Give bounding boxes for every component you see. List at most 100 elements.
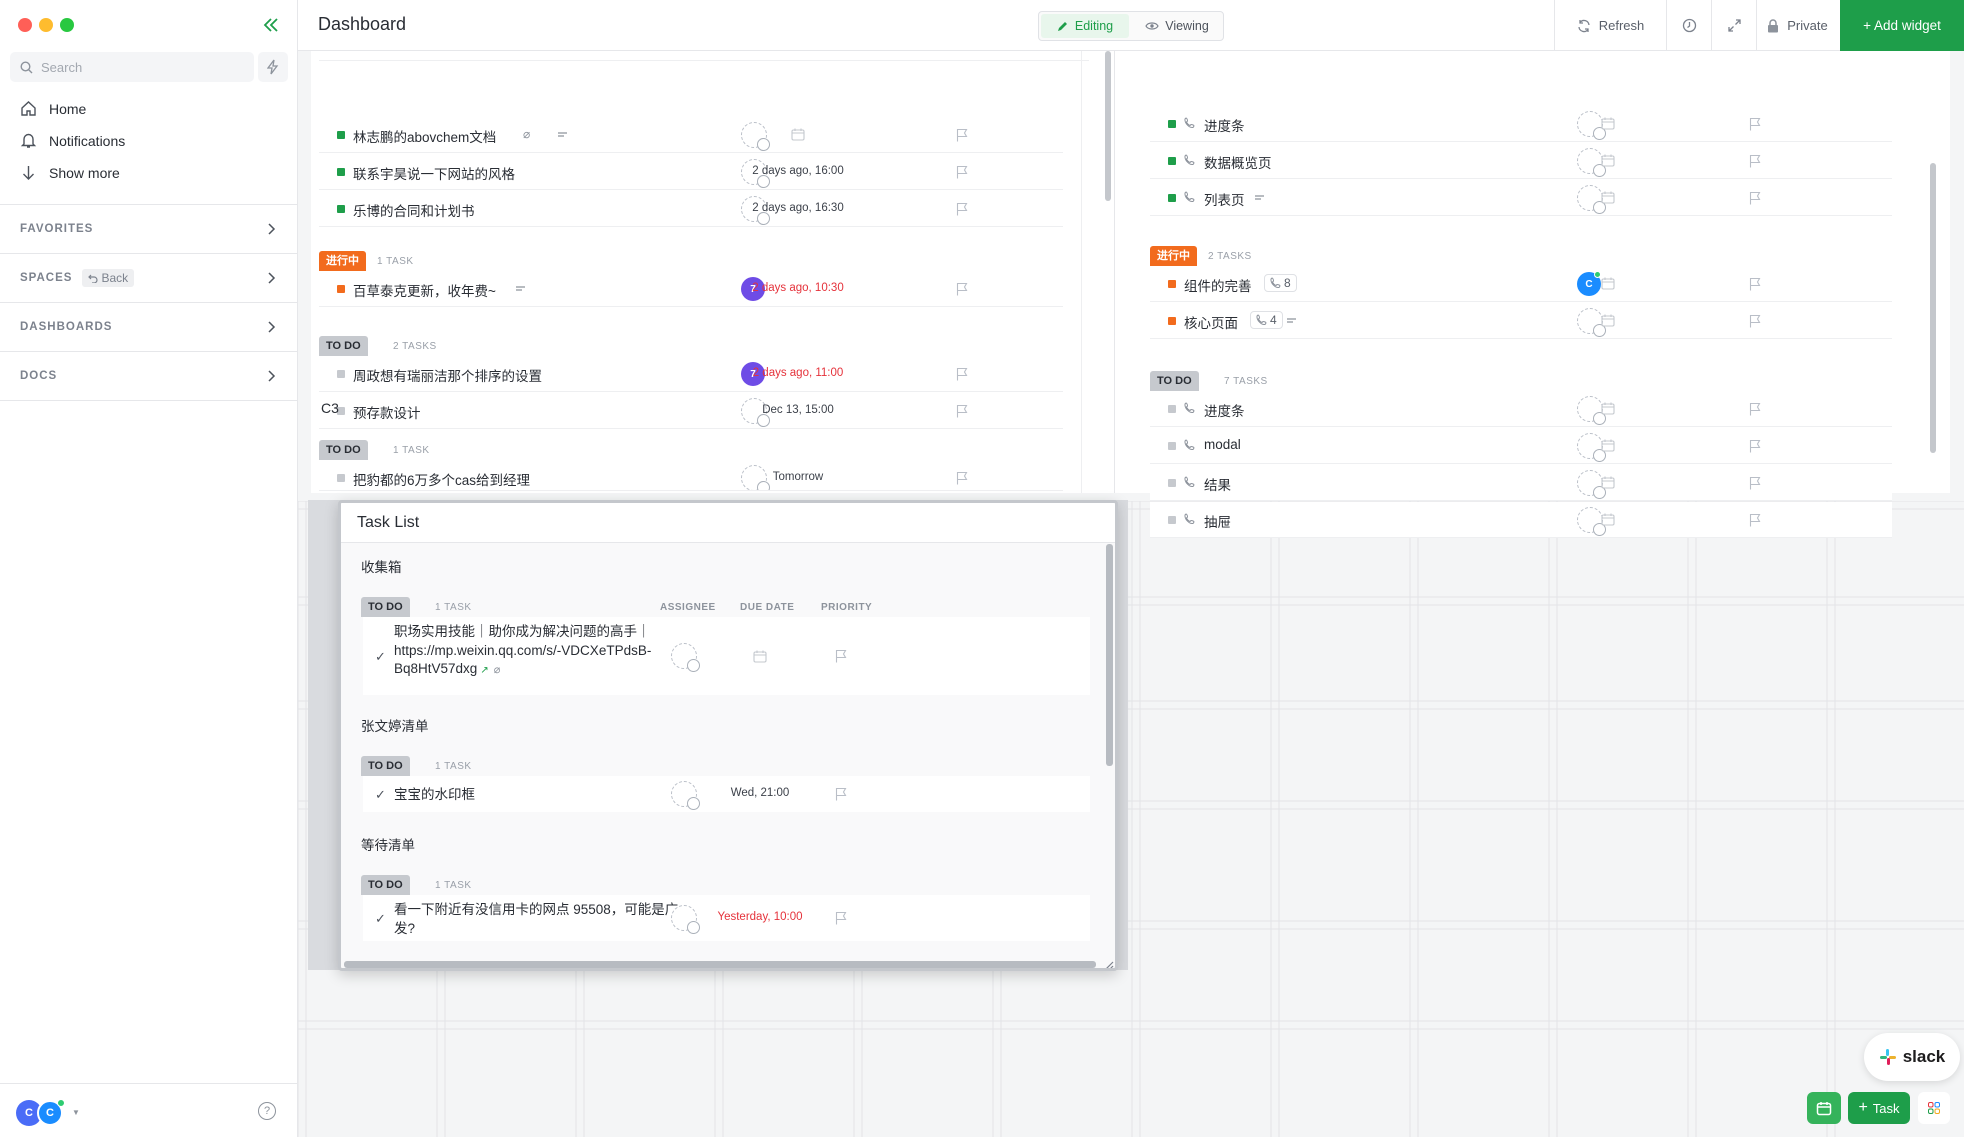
window-minimize-button[interactable] [39,18,53,32]
task-row[interactable]: 结果 [1150,465,1892,501]
task-row[interactable]: 抽屉 [1150,502,1892,538]
calendar-icon[interactable] [1601,117,1615,130]
task-row[interactable]: modal [1150,428,1892,464]
task-row[interactable]: 把豹都的6万多个cas给到经理 Tomorrow [319,460,1063,491]
calendar-icon[interactable] [1601,513,1615,526]
task-row[interactable]: 进度条 [1150,106,1892,142]
priority-flag-icon[interactable] [956,471,968,485]
collapse-sidebar-icon[interactable] [263,18,279,32]
task-row[interactable]: 百草泰克更新，收年费~ 7 2 days ago, 10:30 [319,271,1063,307]
task-row[interactable]: ✓ 宝宝的水印框 Wed, 21:00 [363,776,1090,812]
priority-flag-icon[interactable] [835,787,847,801]
history-button[interactable] [1666,0,1711,51]
user-menu-caret-icon[interactable]: ▼ [72,1108,80,1117]
nav-show-more[interactable]: Show more [20,164,120,181]
assign-user-icon[interactable] [1577,433,1606,462]
priority-flag-icon[interactable] [956,404,968,418]
assign-user-icon[interactable] [671,643,700,672]
assign-user-icon[interactable] [1577,148,1606,177]
assign-user-icon[interactable] [671,781,700,810]
priority-flag-icon[interactable] [956,128,968,142]
status-square[interactable] [1168,442,1176,450]
task-name[interactable]: 核心页面 [1184,312,1238,332]
priority-flag-icon[interactable] [1749,314,1761,328]
status-square[interactable] [1168,280,1176,288]
task-row[interactable]: 核心页面 4 [1150,303,1892,339]
due-date[interactable]: Tomorrow [743,471,853,483]
assign-user-icon[interactable] [1577,396,1606,425]
task-name[interactable]: 林志鹏的abovchem文档 [353,126,496,146]
help-icon[interactable]: ? [258,1102,276,1120]
checkmark-icon[interactable]: ✓ [375,649,386,665]
scrollbar-thumb[interactable] [1105,51,1111,201]
status-square[interactable] [337,168,345,176]
status-square[interactable] [1168,479,1176,487]
refresh-button[interactable]: Refresh [1554,0,1666,51]
calendar-icon[interactable] [753,650,767,663]
task-name[interactable]: 预存款设计 [353,402,421,422]
status-square[interactable] [1168,405,1176,413]
calendar-icon[interactable] [1601,314,1615,327]
viewing-toggle[interactable]: Viewing [1133,14,1221,38]
priority-flag-icon[interactable] [1749,513,1761,527]
status-badge[interactable]: TO DO [361,756,410,776]
quick-action-button[interactable] [258,52,288,82]
status-badge[interactable]: 进行中 [1150,246,1197,266]
task-name[interactable]: 联系宇昊说一下网站的风格 [353,163,515,183]
due-date[interactable]: Wed, 21:00 [705,787,815,799]
slack-integration[interactable]: slack [1864,1033,1960,1081]
priority-flag-icon[interactable] [1749,476,1761,490]
priority-flag-icon[interactable] [1749,277,1761,291]
task-row[interactable]: 列表页 [1150,180,1892,216]
horizontal-scrollbar[interactable] [344,961,1096,968]
assign-user-icon[interactable] [1577,470,1606,499]
section-docs[interactable]: DOCS [0,352,298,401]
checkmark-icon[interactable]: ✓ [375,911,386,927]
calendar-icon[interactable] [1601,154,1615,167]
task-row[interactable]: 进度条 [1150,391,1892,427]
task-row[interactable]: 数据概览页 [1150,143,1892,179]
task-name[interactable]: 进度条 [1204,115,1245,135]
assign-user-icon[interactable] [1577,111,1606,140]
task-name[interactable]: 结果 [1204,474,1231,494]
task-name[interactable]: 进度条 [1204,400,1245,420]
task-name[interactable]: 乐博的合同和计划书 [353,200,475,220]
task-row[interactable]: 乐博的合同和计划书 2 days ago, 16:30 [319,191,1063,227]
section-spaces[interactable]: SPACES Back [0,254,298,303]
assign-user-icon[interactable] [1577,507,1606,536]
window-zoom-button[interactable] [60,18,74,32]
vertical-scrollbar[interactable] [1106,544,1113,766]
task-name[interactable]: 百草泰克更新，收年费~ [353,280,496,300]
task-row[interactable]: ✓ 看一下附近有没信用卡的网点 95508，可能是广 发? Yesterday, 10… [363,895,1090,941]
priority-flag-icon[interactable] [835,649,847,663]
priority-flag-icon[interactable] [1749,117,1761,131]
priority-flag-icon[interactable] [1749,154,1761,168]
status-square[interactable] [337,285,345,293]
status-badge[interactable]: TO DO [1150,371,1199,391]
external-link-icon[interactable]: ↗ [480,665,488,676]
assign-user-icon[interactable] [1577,185,1606,214]
calendar-button[interactable] [1807,1092,1841,1124]
section-favorites[interactable]: FAVORITES [0,205,298,254]
nav-notifications[interactable]: Notifications [20,132,125,149]
calendar-icon[interactable] [1601,277,1615,290]
status-badge[interactable]: TO DO [361,597,410,617]
due-date[interactable]: Yesterday, 10:00 [705,911,815,923]
status-badge[interactable]: 进行中 [319,251,366,271]
subtask-count-badge[interactable]: 8 [1264,274,1297,292]
apps-button[interactable] [1918,1092,1950,1124]
window-close-button[interactable] [18,18,32,32]
assign-user-icon[interactable] [741,122,770,151]
task-row[interactable]: 周政想有瑞丽洁那个排序的设置 7 2 days ago, 11:00 [319,356,1063,392]
calendar-icon[interactable] [1601,402,1615,415]
task-row[interactable]: 联系宇昊说一下网站的风格 2 days ago, 16:00 [319,154,1063,190]
task-row[interactable]: 预存款设计 Dec 13, 15:00 [319,393,1063,429]
task-row[interactable]: 组件的完善 8 C [1150,266,1892,302]
calendar-icon[interactable] [1601,476,1615,489]
status-badge[interactable]: TO DO [319,336,368,356]
status-square[interactable] [1168,194,1176,202]
task-name[interactable]: 列表页 [1204,189,1245,209]
task-name[interactable]: 周政想有瑞丽洁那个排序的设置 [353,365,542,385]
due-date[interactable]: Dec 13, 15:00 [743,404,853,416]
task-name[interactable]: 把豹都的6万多个cas给到经理 [353,469,530,489]
